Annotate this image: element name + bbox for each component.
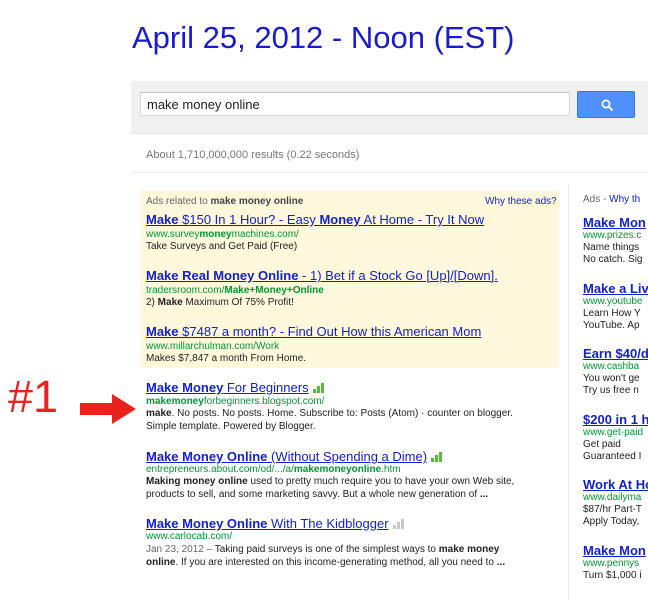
result-title-2[interactable]: Make Money Online (Without Spending a Di… — [146, 449, 443, 464]
ad-url-1: www.surveymoneymachines.com/ — [146, 229, 299, 240]
right-ad-4[interactable]: $200 in 1 h www.get-paid Get paid Guarantee… — [583, 412, 648, 463]
result-desc-1b: Simple template. Powered by Blogger. — [146, 421, 316, 432]
result-title-3[interactable]: Make Money Online With The Kidblogger — [146, 516, 405, 531]
right-ad-3[interactable]: Earn $40/d www.cashba You won't ge Try us f… — [583, 346, 648, 397]
rank-label: #1 — [8, 371, 59, 422]
result-url-2: entrepreneurs.about.com/od/.../a/makemon… — [146, 464, 401, 475]
right-ad-1[interactable]: Make Mon www.prizes.c Name things No catch.… — [583, 215, 648, 266]
result-desc-1: make. No posts. No posts. Home. Subscrib… — [146, 408, 513, 419]
signal-meter-icon — [392, 519, 404, 529]
result-desc-2b: products to sell, and some marketing sav… — [146, 489, 489, 500]
signal-meter-icon — [431, 452, 443, 462]
ad-title-2[interactable]: Make Real Money Online - 1) Bet if a Sto… — [146, 268, 498, 283]
result-title-1[interactable]: Make Money For Beginners — [146, 380, 325, 395]
ad-url-3: www.millarchulman.com/Work — [146, 341, 280, 352]
right-ad-5[interactable]: Work At Ho www.dailyma $87/hr Part-T Apply … — [583, 477, 648, 528]
ad-desc-1: Take Surveys and Get Paid (Free) — [146, 241, 298, 252]
result-url-1: makemoneyforbeginners.blogspot.com/ — [146, 396, 325, 407]
signal-meter-icon — [312, 383, 324, 393]
result-desc-3: Jan 23, 2012 – Taking paid surveys is on… — [146, 544, 500, 555]
page-caption: April 25, 2012 - Noon (EST) — [132, 20, 515, 55]
ads-header: Ads related to make money online — [146, 196, 304, 207]
right-ads-header: Ads - Why th — [583, 194, 641, 205]
header-divider — [131, 172, 648, 173]
result-desc-3b: online. If you are interested on this in… — [146, 557, 506, 568]
right-column-divider — [568, 184, 569, 600]
result-desc-2: Making money online used to pretty much … — [146, 476, 515, 487]
search-icon — [601, 99, 614, 112]
result-url-3: www.carlocab.com/ — [146, 531, 233, 542]
search-input[interactable]: make money online — [140, 92, 570, 116]
result-stats: About 1,710,000,000 results (0.22 second… — [146, 149, 360, 161]
ad-desc-2: 2) Make Maximum Of 75% Profit! — [146, 297, 294, 308]
red-arrow-icon — [80, 394, 136, 424]
ad-desc-3: Makes $7,847 a month From Home. — [146, 353, 307, 364]
right-ad-2[interactable]: Make a Liv www.youtube Learn How Y YouTube.… — [583, 281, 648, 332]
ad-url-2: tradersroom.com/Make+Money+Online — [146, 285, 324, 296]
why-these-ads-link[interactable]: Why these ads? — [485, 196, 557, 207]
right-ad-6[interactable]: Make Mon www.pennys Turn $1,000 i — [583, 543, 648, 582]
ad-title-3[interactable]: Make $7487 a month? - Find Out How this … — [146, 324, 481, 339]
ad-title-1[interactable]: Make $150 In 1 Hour? - Easy Money At Hom… — [146, 212, 484, 227]
search-button[interactable] — [577, 91, 635, 118]
